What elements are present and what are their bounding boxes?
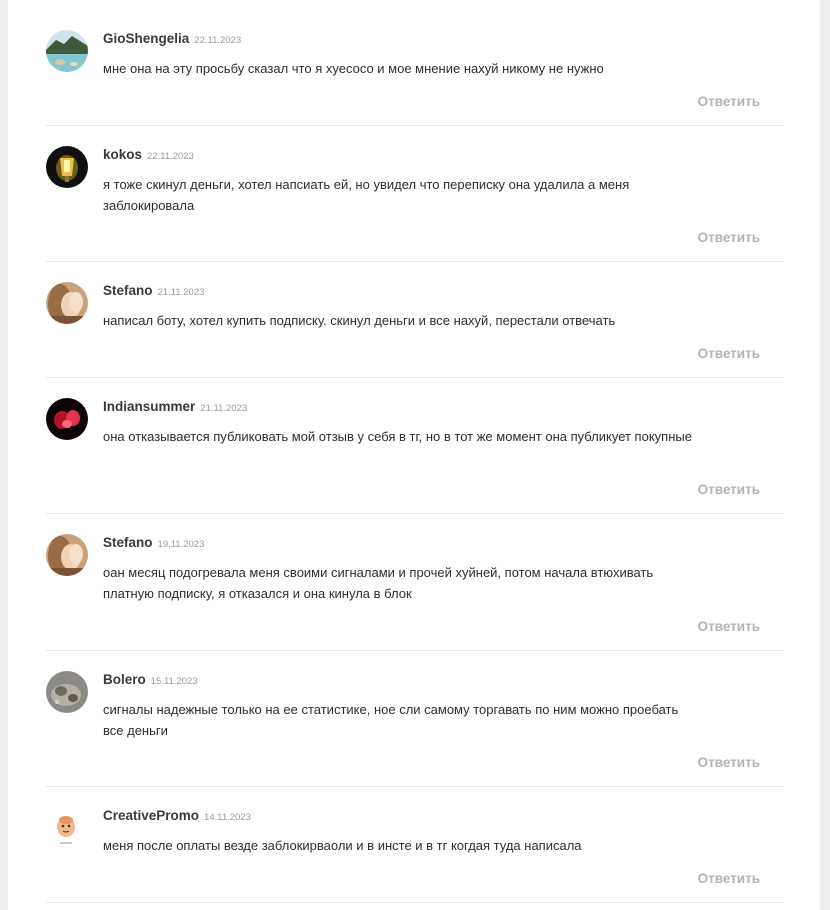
- comment-header: Stefano 19.11.2023: [103, 534, 204, 552]
- comment-date: 14.11.2023: [204, 812, 251, 823]
- author-name[interactable]: Stefano: [103, 535, 153, 550]
- comment-item: GioShengelia 22.11.2023 мне она на эту пр…: [46, 30, 784, 126]
- avatar[interactable]: [46, 30, 88, 72]
- avatar[interactable]: [46, 398, 88, 440]
- comment-item: Stefano 19.11.2023 оан месяц подогревала …: [46, 534, 784, 651]
- reply-button[interactable]: Ответить: [698, 346, 760, 361]
- comment-date: 22.11.2023: [147, 151, 194, 162]
- reply-button[interactable]: Ответить: [698, 755, 760, 770]
- stone-photo-icon: [46, 671, 88, 713]
- comment-date: 21.11.2023: [200, 403, 248, 414]
- author-name[interactable]: Indiansummer: [103, 399, 195, 414]
- avatar[interactable]: [46, 146, 88, 188]
- comment-item: CreativePromo 14.11.2023 меня после оплат…: [46, 807, 784, 903]
- reply-button[interactable]: Ответить: [698, 94, 760, 109]
- reply-button[interactable]: Ответить: [698, 871, 760, 886]
- author-name[interactable]: Bolero: [103, 672, 146, 687]
- comment-text: мне она на эту просьбу сказал что я хуес…: [103, 61, 604, 76]
- comment-date: 19.11.2023: [157, 539, 205, 550]
- comment-text: она отказывается публиковать мой отзыв у…: [103, 429, 692, 444]
- comment-header: Bolero 15.11.2023: [103, 671, 198, 689]
- reply-button[interactable]: Ответить: [698, 482, 760, 497]
- comments-panel: GioShengelia 22.11.2023 мне она на эту пр…: [8, 0, 820, 910]
- comment-date: 21.11.2023: [157, 287, 205, 298]
- comment-header: CreativePromo 14.11.2023: [103, 807, 251, 825]
- comment-header: GioShengelia 22.11.2023: [103, 30, 241, 48]
- avatar[interactable]: [46, 671, 88, 713]
- author-name[interactable]: GioShengelia: [103, 31, 189, 46]
- author-name[interactable]: Stefano: [103, 283, 153, 298]
- dark-lamp-photo-icon: [46, 146, 88, 188]
- reply-button[interactable]: Ответить: [698, 619, 760, 634]
- red-neon-photo-icon: [46, 398, 88, 440]
- comment-item: kokos 22.11.2023 я тоже скинул деньги, хо…: [46, 146, 784, 262]
- comment-text: оан месяц подогревала меня своими сигнал…: [103, 565, 654, 601]
- reply-button[interactable]: Ответить: [698, 230, 760, 245]
- comment-header: Indiansummer 21.11.2023: [103, 398, 247, 416]
- comment-date: 15.11.2023: [150, 676, 198, 687]
- comment-text: я тоже скинул деньги, хотел напсиать ей,…: [103, 177, 630, 213]
- comment-text: меня после оплаты везде заблокирваоли и …: [103, 838, 582, 853]
- comment-item: Bolero 15.11.2023 сигналы надежные только…: [46, 671, 784, 787]
- comment-text: написал боту, хотел купить подписку. ски…: [103, 313, 616, 328]
- cartoon-mascot-icon: [46, 807, 88, 849]
- avatar[interactable]: [46, 282, 88, 324]
- portrait-photo-icon: [46, 282, 88, 324]
- landscape-photo-icon: [46, 30, 88, 72]
- comment-item: Indiansummer 21.11.2023 она отказывается …: [46, 398, 784, 514]
- comment-text: сигналы надежные только на ее статистике…: [103, 702, 679, 738]
- comment-header: kokos 22.11.2023: [103, 146, 194, 164]
- author-name[interactable]: CreativePromo: [103, 808, 199, 823]
- portrait-photo-icon: [46, 534, 88, 576]
- comment-date: 22.11.2023: [194, 35, 242, 46]
- comment-header: Stefano 21.11.2023: [103, 282, 204, 300]
- author-name[interactable]: kokos: [103, 147, 142, 162]
- avatar[interactable]: [46, 534, 88, 576]
- comment-item: Stefano 21.11.2023 написал боту, хотел ку…: [46, 282, 784, 378]
- avatar[interactable]: [46, 807, 88, 849]
